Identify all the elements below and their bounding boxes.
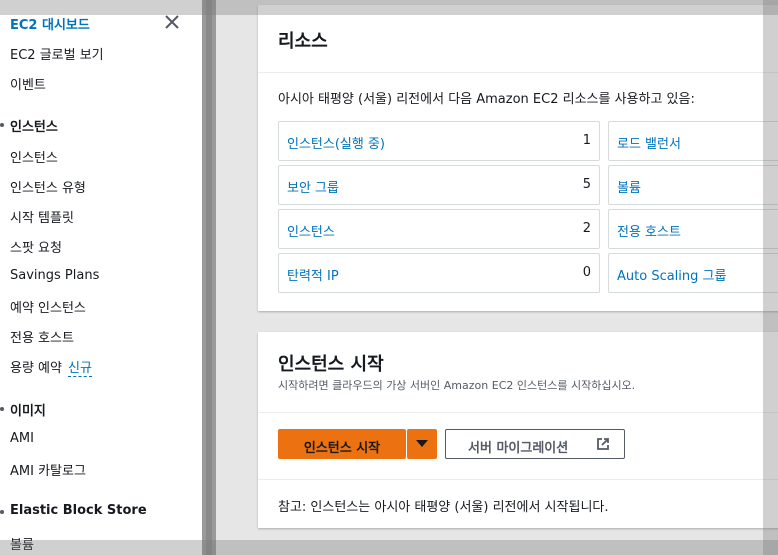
launch-instance-label: 인스턴스 시작 [303, 441, 381, 456]
caret-down-icon[interactable] [0, 123, 4, 127]
sidebar-section-images[interactable]: 이미지 [10, 400, 46, 419]
sidebar-item-instances[interactable]: 인스턴스 [10, 147, 58, 166]
resources-title: 리소스 [278, 31, 328, 52]
caret-down-icon [416, 440, 428, 447]
sidebar-section-ebs[interactable]: Elastic Block Store [10, 503, 147, 518]
launch-subtitle: 시작하려면 클라우드의 가상 서버인 Amazon EC2 인스턴스를 시작하십… [278, 379, 636, 392]
launch-instance-card: 인스턴스 시작 시작하려면 클라우드의 가상 서버인 Amazon EC2 인스… [258, 332, 778, 528]
card-divider [258, 412, 778, 413]
resource-instances[interactable]: 인스턴스 2 [278, 209, 600, 249]
sidebar-item-label: 용량 예약 [10, 361, 62, 376]
card-divider [258, 479, 778, 480]
sidebar-nav: EC2 대시보드 EC2 글로벌 보기 이벤트 인스턴스 인스턴스 인스턴스 유… [0, 0, 202, 555]
overlay-shade [0, 0, 778, 15]
launch-title: 인스턴스 시작 [278, 354, 384, 375]
main-content: 리소스 아시아 태평양 (서울) 리전에서 다음 Amazon EC2 리소스를… [216, 0, 778, 555]
resource-count: 5 [582, 177, 591, 192]
resource-count: 2 [582, 221, 591, 236]
sidebar-item-spot-requests[interactable]: 스팟 요청 [10, 237, 62, 256]
launch-note: 참고: 인스턴스는 아시아 태평양 (서울) 리전에서 시작됩니다. [278, 500, 609, 515]
sidebar-divider[interactable] [202, 0, 216, 555]
resource-load-balancers[interactable]: 로드 밸런서 [608, 121, 778, 161]
sidebar-item-events[interactable]: 이벤트 [10, 74, 46, 93]
resource-count: 1 [582, 133, 591, 148]
sidebar-item-instance-types[interactable]: 인스턴스 유형 [10, 177, 86, 196]
external-link-icon [597, 438, 609, 450]
launch-options-dropdown[interactable] [407, 429, 437, 459]
resources-description: 아시아 태평양 (서울) 리전에서 다음 Amazon EC2 리소스를 사용하… [278, 92, 695, 107]
resource-auto-scaling-groups[interactable]: Auto Scaling 그룹 [608, 253, 778, 293]
launch-instance-button[interactable]: 인스턴스 시작 [278, 429, 406, 459]
resource-running-instances[interactable]: 인스턴스(실행 중) 1 [278, 121, 600, 161]
resource-label[interactable]: 인스턴스 [287, 221, 335, 240]
resource-count: 0 [582, 265, 591, 280]
overlay-shade [0, 540, 778, 555]
resource-label[interactable]: 보안 그룹 [287, 177, 339, 196]
resource-label[interactable]: 전용 호스트 [617, 221, 681, 240]
sidebar-item-capacity-reservations[interactable]: 용량 예약 신규 [10, 357, 92, 377]
sidebar-item-ami-catalog[interactable]: AMI 카탈로그 [10, 460, 86, 479]
sidebar-item-ami[interactable]: AMI [10, 431, 34, 446]
migrate-server-button[interactable]: 서버 마이그레이션 [445, 429, 625, 459]
sidebar-item-reserved-instances[interactable]: 예약 인스턴스 [10, 297, 86, 316]
new-badge: 신규 [67, 361, 92, 377]
overlay-shade [763, 0, 778, 555]
resource-label[interactable]: 볼륨 [617, 177, 641, 196]
sidebar-item-dedicated-hosts[interactable]: 전용 호스트 [10, 327, 74, 346]
resource-volumes[interactable]: 볼륨 [608, 165, 778, 205]
migrate-server-label: 서버 마이그레이션 [468, 441, 569, 456]
resource-label[interactable]: 로드 밸런서 [617, 133, 681, 152]
resource-label[interactable]: Auto Scaling 그룹 [617, 265, 726, 284]
sidebar-item-ec2-dashboard[interactable]: EC2 대시보드 [10, 14, 90, 33]
divider-handle[interactable] [206, 0, 212, 555]
sidebar-item-launch-templates[interactable]: 시작 템플릿 [10, 207, 74, 226]
resource-label[interactable]: 인스턴스(실행 중) [287, 133, 385, 152]
resources-card: 리소스 아시아 태평양 (서울) 리전에서 다음 Amazon EC2 리소스를… [258, 5, 778, 311]
resource-elastic-ips[interactable]: 탄력적 IP 0 [278, 253, 600, 293]
sidebar-section-instances[interactable]: 인스턴스 [10, 116, 58, 135]
sidebar-item-savings-plans[interactable]: Savings Plans [10, 268, 99, 283]
resource-dedicated-hosts[interactable]: 전용 호스트 [608, 209, 778, 249]
sidebar-item-global-view[interactable]: EC2 글로벌 보기 [10, 44, 104, 63]
resource-security-groups[interactable]: 보안 그룹 5 [278, 165, 600, 205]
card-divider [258, 72, 778, 73]
caret-down-icon[interactable] [0, 407, 4, 411]
resource-label[interactable]: 탄력적 IP [287, 265, 339, 284]
caret-down-icon[interactable] [0, 510, 4, 514]
